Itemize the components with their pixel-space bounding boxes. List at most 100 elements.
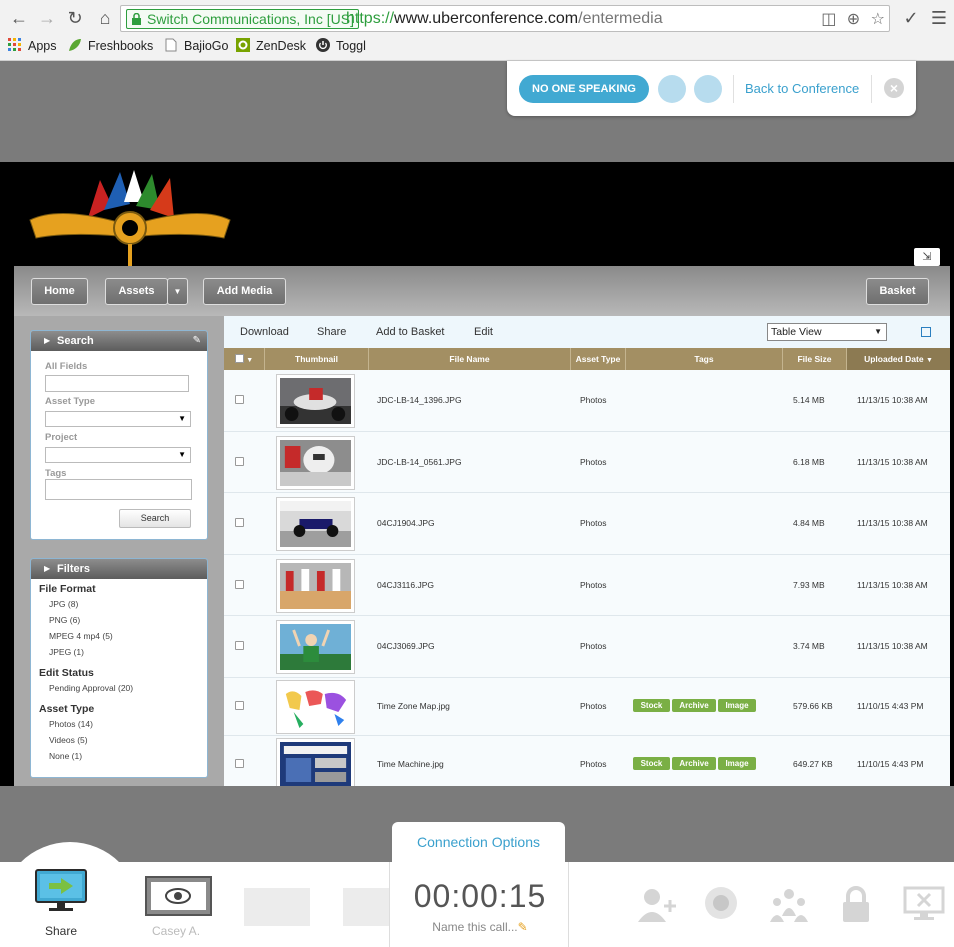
table-row[interactable]: 04CJ1904.JPG Photos 4.84 MB 11/13/15 10:38 …	[224, 493, 950, 555]
tag-badge[interactable]: Stock	[633, 757, 670, 770]
search-panel-header[interactable]: ▶ Search ✎	[31, 331, 207, 351]
assets-button[interactable]: Assets	[105, 278, 168, 305]
edit-icon[interactable]: ✎	[193, 331, 201, 351]
table-row[interactable]: 04CJ3116.JPG Photos 7.93 MB 11/13/15 10:38 …	[224, 555, 950, 616]
view-select[interactable]: Table View ▼	[767, 323, 887, 341]
asset-thumbnail[interactable]	[276, 374, 355, 428]
casey-label[interactable]: Casey A.	[152, 924, 200, 938]
row-checkbox[interactable]	[235, 395, 244, 404]
stop-screenshare-icon[interactable]	[903, 886, 945, 922]
tag-badge[interactable]: Stock	[633, 699, 670, 712]
select-all-header[interactable]: ▼	[224, 348, 265, 370]
col-file-size[interactable]: File Size	[783, 348, 847, 370]
tag-badge[interactable]: Archive	[672, 757, 716, 770]
asset-thumbnail[interactable]	[276, 620, 355, 674]
name-this-call[interactable]: Name this call...✎	[390, 920, 570, 934]
bookmark-zendesk[interactable]: ZenDesk	[236, 38, 306, 53]
asset-thumbnail[interactable]	[276, 680, 355, 734]
home-icon[interactable]: ⌂	[94, 7, 116, 29]
add-media-button[interactable]: Add Media	[203, 278, 286, 305]
filter-item[interactable]: JPEG (1)	[49, 647, 84, 657]
tag-badge[interactable]: Image	[718, 699, 756, 712]
tags-input[interactable]	[45, 479, 192, 500]
camera-icon[interactable]: ◫	[821, 11, 836, 28]
filter-item[interactable]: Pending Approval (20)	[49, 683, 133, 693]
filters-panel-header[interactable]: ▶ Filters	[31, 559, 207, 579]
lock-icon[interactable]	[840, 886, 872, 924]
eyedropper-icon[interactable]: ✓	[900, 7, 922, 29]
row-checkbox[interactable]	[235, 457, 244, 466]
filter-item[interactable]: None (1)	[49, 751, 82, 761]
popout-icon[interactable]	[921, 327, 931, 337]
participants-icon[interactable]	[768, 886, 810, 926]
record-icon[interactable]	[704, 886, 738, 920]
all-fields-input[interactable]	[45, 375, 189, 392]
col-tags[interactable]: Tags	[626, 348, 783, 370]
filter-item[interactable]: PNG (6)	[49, 615, 80, 625]
reload-icon[interactable]: ↻	[64, 7, 86, 29]
table-row[interactable]: JDC-LB-14_1396.JPG Photos 5.14 MB 11/13/15 …	[224, 370, 950, 432]
pencil-icon[interactable]: ✎	[518, 920, 528, 934]
row-checkbox[interactable]	[235, 641, 244, 650]
star-icon[interactable]: ☆	[871, 11, 885, 28]
col-uploaded-date[interactable]: Uploaded Date ▼	[847, 348, 950, 370]
col-asset-type[interactable]: Asset Type	[571, 348, 626, 370]
expand-icon[interactable]: ⇲	[914, 248, 940, 266]
row-checkbox[interactable]	[235, 580, 244, 589]
row-checkbox[interactable]	[235, 759, 244, 768]
file-name-cell[interactable]: 04CJ3069.JPG	[377, 641, 435, 651]
asset-thumbnail[interactable]	[276, 497, 355, 551]
edit-action[interactable]: Edit	[474, 326, 493, 338]
file-name-cell[interactable]: JDC-LB-14_1396.JPG	[377, 395, 462, 405]
url-text[interactable]: https://www.uberconference.com/entermedi…	[346, 9, 663, 29]
table-row[interactable]: 04CJ3069.JPG Photos 3.74 MB 11/13/15 10:38 …	[224, 616, 950, 678]
search-button[interactable]: Search	[119, 509, 191, 528]
table-row[interactable]: Time Machine.jpg Photos Stock Archive Image 6…	[224, 736, 950, 786]
row-checkbox[interactable]	[235, 518, 244, 527]
share-label[interactable]: Share	[45, 924, 77, 938]
home-button[interactable]: Home	[31, 278, 88, 305]
basket-button[interactable]: Basket	[866, 278, 929, 305]
filter-item[interactable]: MPEG 4 mp4 (5)	[49, 631, 113, 641]
asset-type-select[interactable]: ▼	[45, 411, 191, 427]
share-action[interactable]: Share	[317, 326, 346, 338]
filter-item[interactable]: Photos (14)	[49, 719, 93, 729]
connection-options-tab[interactable]: Connection Options	[392, 822, 565, 862]
col-thumbnail[interactable]: Thumbnail	[265, 348, 369, 370]
table-row[interactable]: Time Zone Map.jpg Photos Stock Archive Image…	[224, 678, 950, 736]
zoom-icon[interactable]: ⊕	[847, 11, 860, 28]
filter-item[interactable]: Videos (5)	[49, 735, 88, 745]
filter-item[interactable]: JPG (8)	[49, 599, 78, 609]
menu-icon[interactable]: ☰	[928, 7, 950, 29]
asset-thumbnail[interactable]	[276, 738, 355, 786]
table-row[interactable]: JDC-LB-14_0561.JPG Photos 6.18 MB 11/13/15 …	[224, 432, 950, 493]
file-name-cell[interactable]: 04CJ1904.JPG	[377, 518, 435, 528]
share-screen-icon[interactable]	[35, 869, 87, 913]
file-name-cell[interactable]: Time Zone Map.jpg	[377, 701, 450, 711]
back-arrow-icon[interactable]: ←	[8, 7, 30, 29]
select-all-checkbox[interactable]	[234, 354, 244, 363]
forward-arrow-icon[interactable]: →	[36, 7, 58, 29]
row-checkbox[interactable]	[235, 701, 244, 710]
close-icon[interactable]: ×	[884, 78, 904, 98]
file-name-cell[interactable]: 04CJ3116.JPG	[377, 580, 434, 590]
casey-screen-icon[interactable]	[145, 876, 212, 916]
address-bar[interactable]: Switch Communications, Inc [US] https://…	[120, 5, 890, 32]
back-to-conference-link[interactable]: Back to Conference	[745, 81, 859, 96]
bookmark-bajiogo[interactable]: BajioGo	[164, 38, 228, 53]
asset-thumbnail[interactable]	[276, 436, 355, 490]
file-name-cell[interactable]: JDC-LB-14_0561.JPG	[377, 457, 462, 467]
asset-thumbnail[interactable]	[276, 559, 355, 613]
download-action[interactable]: Download	[240, 326, 289, 338]
file-name-cell[interactable]: Time Machine.jpg	[377, 759, 444, 769]
ev-certificate-badge[interactable]: Switch Communications, Inc [US]	[126, 9, 359, 29]
bookmark-freshbooks[interactable]: Freshbooks	[68, 38, 153, 53]
tag-badge[interactable]: Image	[718, 757, 756, 770]
bookmark-apps[interactable]: Apps	[8, 38, 57, 53]
assets-dropdown-icon[interactable]: ▼	[167, 278, 188, 305]
add-participant-icon[interactable]	[636, 886, 680, 926]
project-select[interactable]: ▼	[45, 447, 191, 463]
bookmark-toggl[interactable]: Toggl	[316, 38, 366, 53]
col-file-name[interactable]: File Name	[369, 348, 571, 370]
add-to-basket-action[interactable]: Add to Basket	[376, 326, 445, 338]
